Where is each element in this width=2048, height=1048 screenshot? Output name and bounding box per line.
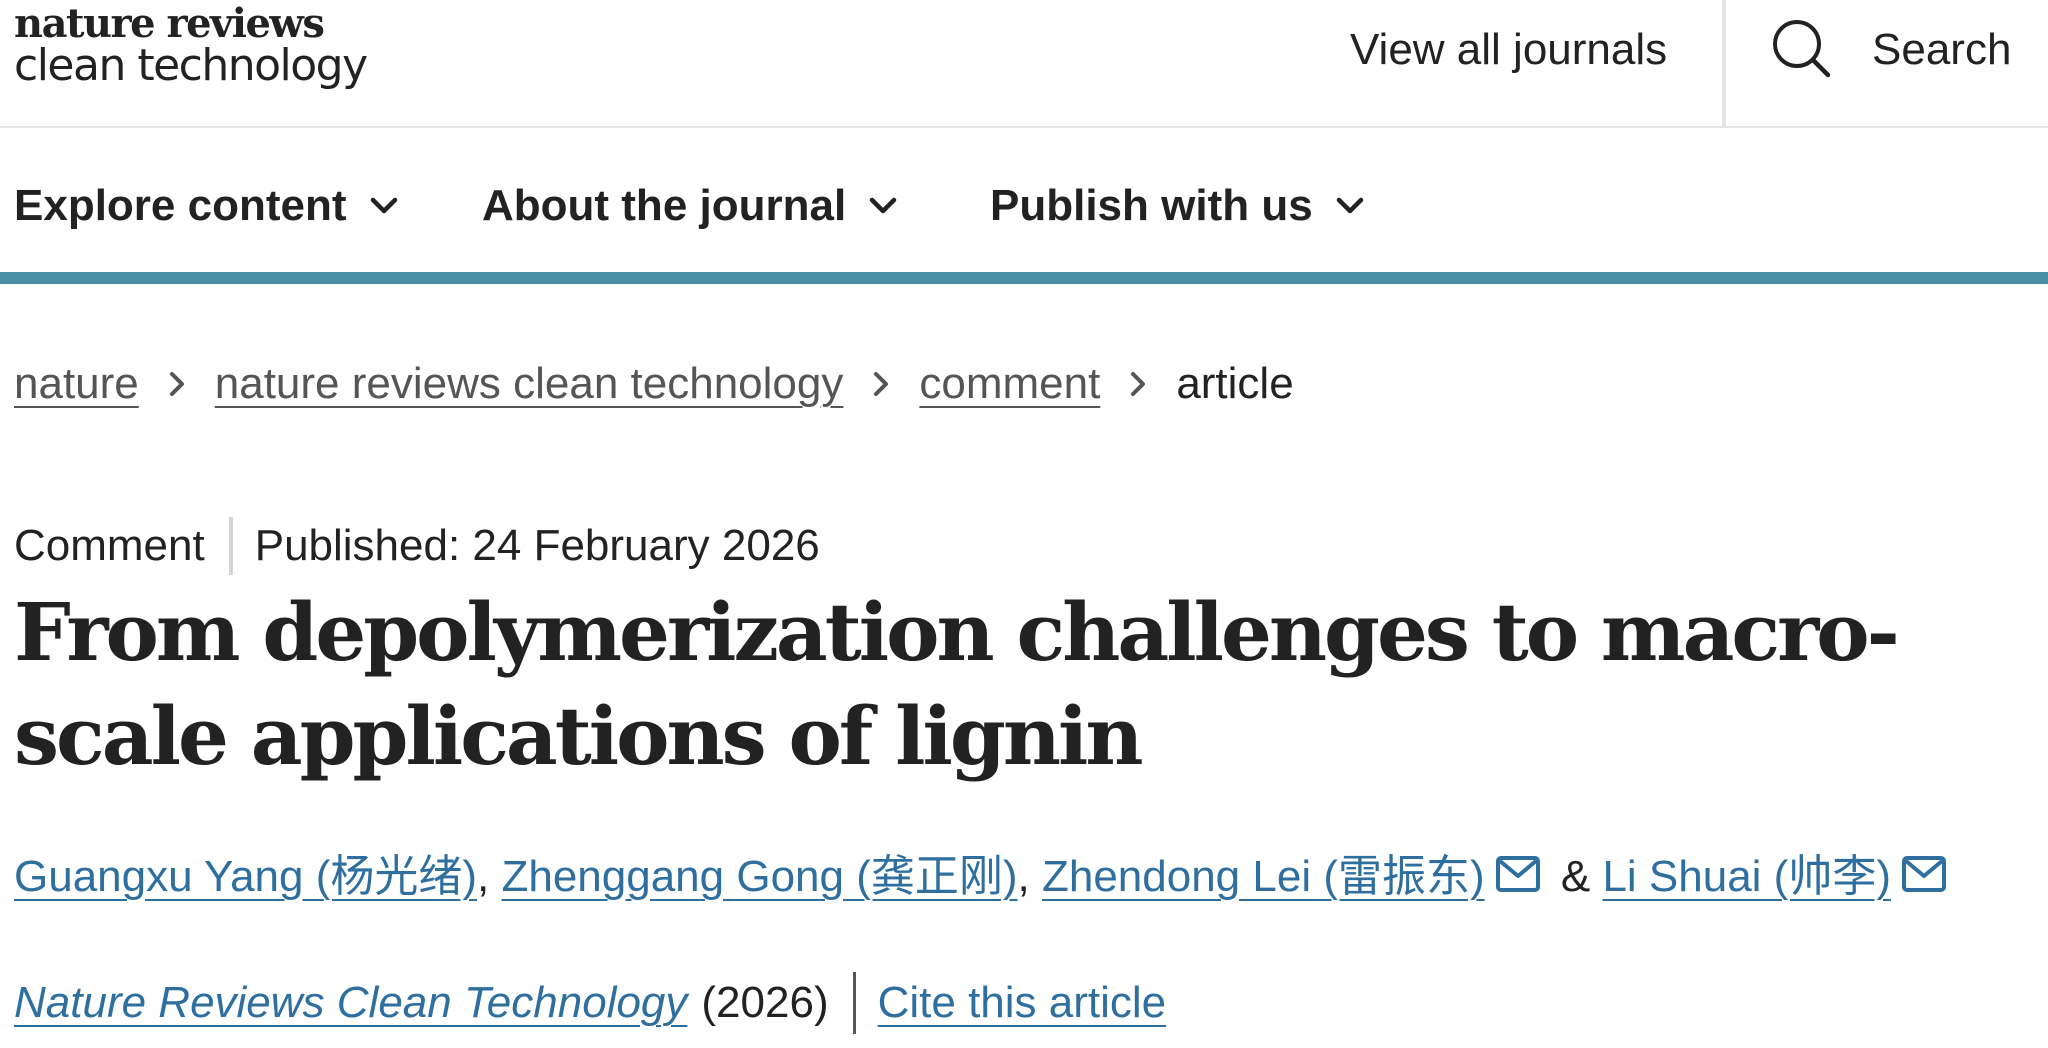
nav-explore-content[interactable]: Explore content — [14, 176, 399, 236]
breadcrumb-comment[interactable]: comment — [919, 354, 1100, 414]
magnifier-icon — [1770, 17, 1832, 84]
journal-link[interactable]: Nature Reviews Clean Technology — [14, 973, 687, 1033]
chevron-right-icon — [871, 368, 891, 400]
view-all-journals-link[interactable]: View all journals — [1350, 20, 1667, 80]
header-divider — [1722, 0, 1726, 128]
mail-icon[interactable] — [1901, 846, 1947, 916]
search-label: Search — [1872, 25, 2012, 74]
breadcrumb-nature[interactable]: nature — [14, 354, 139, 414]
nav-item-label: About the journal — [482, 181, 847, 230]
citation-line: Nature Reviews Clean Technology (2026) C… — [14, 972, 1166, 1034]
citation-divider — [852, 972, 856, 1034]
site-header: nature reviews clean technology View all… — [0, 0, 2048, 128]
author-separator: , — [1017, 852, 1042, 901]
author-link[interactable]: Zhendong Lei (雷振东) — [1042, 852, 1485, 901]
nav-item-label: Publish with us — [990, 181, 1313, 230]
article-meta: Comment Published: 24 February 2026 — [14, 516, 820, 576]
article-title: From depolymerization challenges to macr… — [14, 585, 1900, 783]
author-link[interactable]: Guangxu Yang (杨光绪) — [14, 852, 477, 901]
author-separator: & — [1548, 852, 1603, 901]
cite-this-article-link[interactable]: Cite this article — [878, 973, 1167, 1033]
nav-item-label: Explore content — [14, 181, 347, 230]
published-date: Published: 24 February 2026 — [254, 521, 820, 570]
nav-publish-with-us[interactable]: Publish with us — [990, 176, 1365, 236]
meta-divider — [228, 517, 233, 575]
logo-line-2: clean technology — [14, 40, 368, 91]
author-link[interactable]: Zhenggang Gong (龚正刚) — [501, 852, 1017, 901]
author-list: Guangxu Yang (杨光绪), Zhenggang Gong (龚正刚)… — [14, 842, 1955, 916]
author-link[interactable]: Li Shuai (帅李) — [1602, 852, 1891, 901]
mail-icon[interactable] — [1495, 846, 1541, 916]
nav-about-the-journal[interactable]: About the journal — [482, 176, 898, 236]
author-separator: , — [477, 852, 502, 901]
breadcrumb: nature nature reviews clean technology c… — [14, 354, 1294, 414]
search-button[interactable]: Search — [1770, 18, 2011, 82]
chevron-down-icon — [370, 197, 397, 214]
chevron-right-icon — [167, 368, 187, 400]
article-type: Comment — [14, 521, 205, 570]
chevron-right-icon — [1128, 368, 1148, 400]
breadcrumb-journal[interactable]: nature reviews clean technology — [215, 354, 844, 414]
chevron-down-icon — [1336, 197, 1363, 214]
breadcrumb-current: article — [1176, 359, 1294, 408]
journal-logo[interactable]: nature reviews clean technology — [14, 2, 368, 91]
chevron-down-icon — [869, 197, 897, 214]
citation-year: (2026) — [701, 978, 829, 1027]
